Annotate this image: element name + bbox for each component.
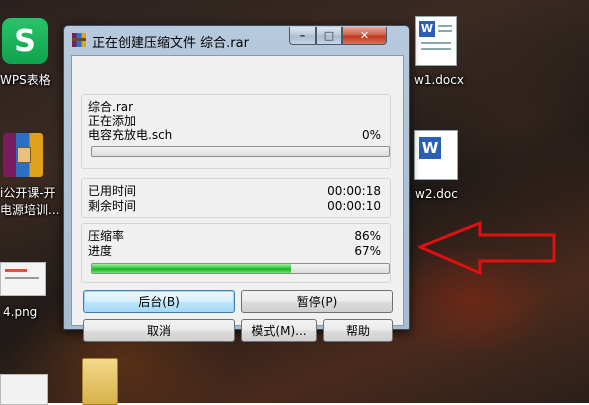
help-button[interactable]: 帮助 bbox=[323, 319, 393, 342]
winrar-app-icon bbox=[72, 33, 86, 47]
file-icon-bottom-left[interactable] bbox=[0, 374, 48, 405]
elapsed-label: 已用时间 bbox=[88, 184, 137, 198]
file-progress-bar bbox=[91, 146, 390, 157]
annotation-arrow-icon bbox=[418, 221, 556, 276]
total-progress-fill bbox=[92, 264, 291, 273]
pause-button[interactable]: 暂停(P) bbox=[241, 290, 393, 313]
png-icon-label: 4.png bbox=[3, 305, 38, 319]
rar-icon-label-line1: i公开课-开 bbox=[0, 186, 56, 200]
remaining-label: 剩余时间 bbox=[88, 199, 137, 213]
elapsed-value: 00:00:18 bbox=[327, 184, 381, 198]
folder-icon[interactable] bbox=[82, 358, 118, 405]
progress-group: 压缩率 86% 进度 67% bbox=[81, 223, 391, 283]
remaining-value: 00:00:10 bbox=[327, 199, 381, 213]
time-group: 已用时间 00:00:18 剩余时间 00:00:10 bbox=[81, 178, 391, 218]
docx-file-icon[interactable]: W bbox=[415, 16, 457, 66]
progress-label: 进度 bbox=[88, 244, 113, 258]
doc-file-icon[interactable]: W bbox=[414, 130, 458, 180]
dialog-title: 正在创建压缩文件 综合.rar bbox=[92, 36, 249, 51]
status-text: 正在添加 bbox=[88, 114, 137, 128]
file-percent: 0% bbox=[361, 128, 381, 142]
compression-progress-dialog: 正在创建压缩文件 综合.rar – □ ✕ 综合.rar 正在添加 电容充放电.… bbox=[63, 25, 410, 342]
wps-icon-label: WPS表格 bbox=[0, 73, 51, 87]
mode-button[interactable]: 模式(M)... bbox=[241, 319, 317, 342]
progress-value: 67% bbox=[354, 244, 381, 258]
ratio-label: 压缩率 bbox=[88, 229, 125, 243]
dialog-client-area: 综合.rar 正在添加 电容充放电.sch 0% 已用时间 00:00:18 剩… bbox=[71, 55, 404, 342]
png-file-icon[interactable] bbox=[0, 262, 46, 296]
ratio-value: 86% bbox=[354, 229, 381, 243]
dialog-titlebar[interactable]: 正在创建压缩文件 综合.rar – □ ✕ bbox=[64, 26, 409, 52]
close-button[interactable]: ✕ bbox=[342, 27, 387, 45]
current-file-group: 综合.rar 正在添加 电容充放电.sch 0% bbox=[81, 94, 391, 169]
doc-icon-label: w2.doc bbox=[415, 187, 458, 201]
rar-icon-label-line2: 电源培训... bbox=[0, 203, 60, 217]
cancel-button[interactable]: 取消 bbox=[83, 319, 235, 342]
maximize-button[interactable]: □ bbox=[316, 27, 342, 45]
background-button[interactable]: 后台(B) bbox=[83, 290, 235, 313]
total-progress-bar bbox=[91, 263, 390, 274]
wps-spreadsheet-icon[interactable]: S bbox=[2, 18, 48, 64]
rar-archive-icon[interactable] bbox=[3, 133, 43, 177]
minimize-button[interactable]: – bbox=[289, 27, 316, 45]
archive-name: 综合.rar bbox=[88, 100, 134, 114]
docx-icon-label: w1.docx bbox=[414, 73, 464, 87]
current-file-name: 电容充放电.sch bbox=[88, 128, 173, 142]
